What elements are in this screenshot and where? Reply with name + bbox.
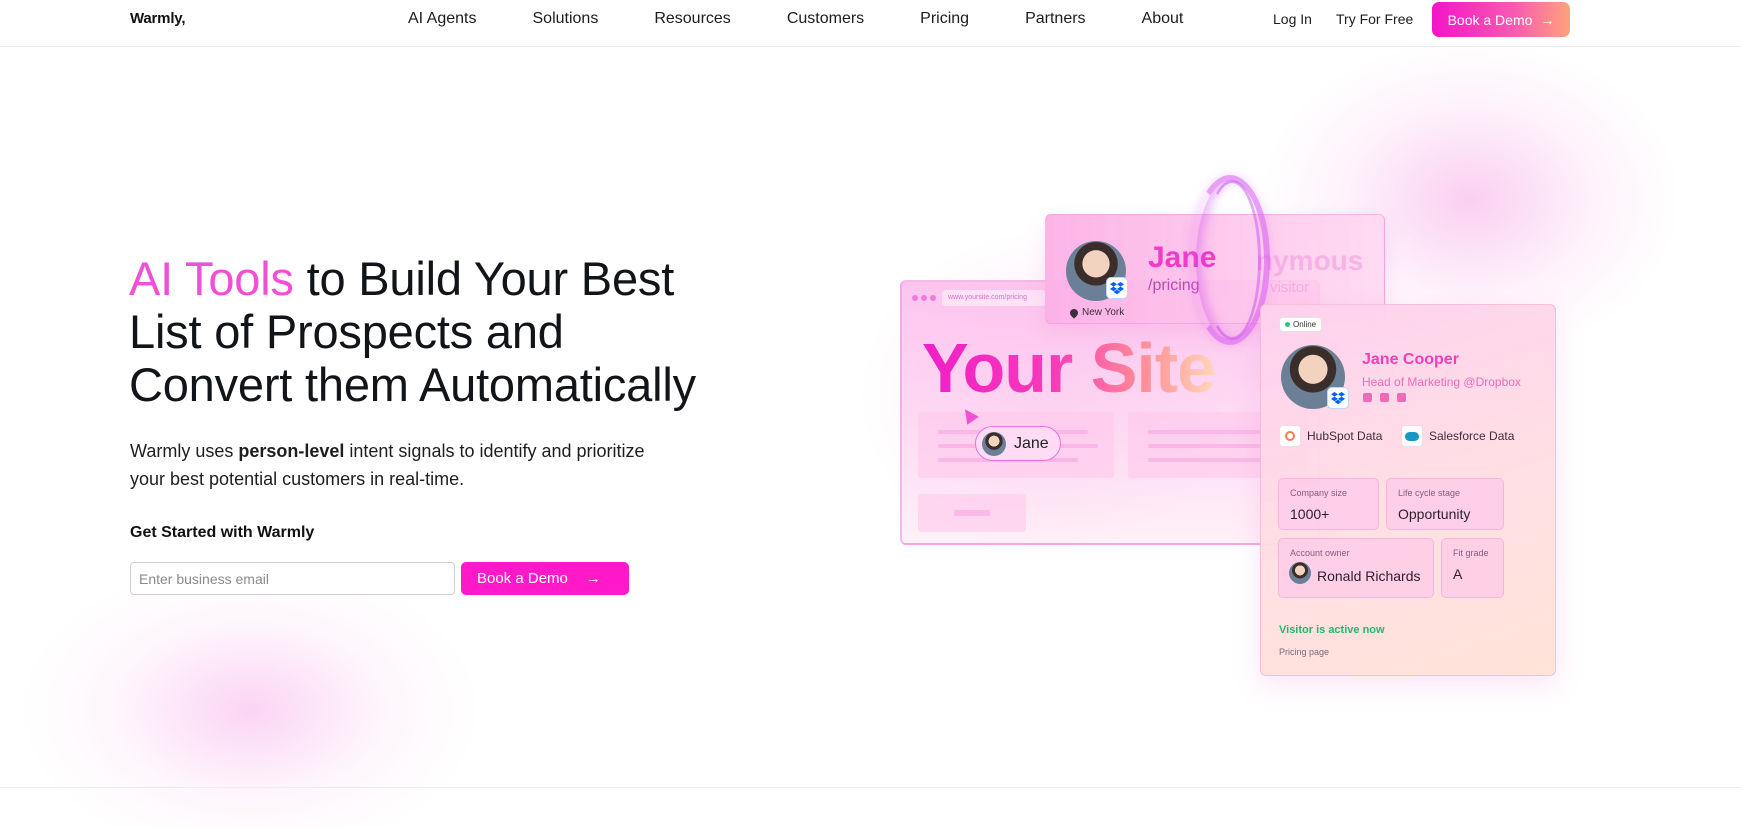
account-owner-label: Account owner [1290, 548, 1350, 558]
nav-customers[interactable]: Customers [787, 10, 864, 28]
visitor-label: visitor [1270, 279, 1310, 296]
login-link[interactable]: Log In [1273, 11, 1312, 27]
site-header: Warmly, AI Agents Solutions Resources Cu… [0, 0, 1741, 47]
hubspot-label: HubSpot Data [1307, 429, 1383, 443]
section-divider [0, 787, 1741, 788]
arrow-right-icon: → [1540, 11, 1555, 28]
avatar [982, 431, 1006, 456]
status-badge: Online [1279, 317, 1323, 332]
get-started-heading: Get Started with Warmly [130, 524, 315, 541]
hero-title-accent: AI Tools [129, 252, 294, 305]
nav-pricing[interactable]: Pricing [920, 10, 969, 28]
visitor-active-status: Visitor is active now [1279, 624, 1385, 636]
fit-grade-value: A [1453, 566, 1463, 582]
header-book-demo-button[interactable]: Book a Demo → [1432, 2, 1570, 37]
location: New York [1068, 306, 1125, 319]
url-bar: www.yoursite.com/pricing [942, 290, 1046, 306]
your-site-heading: Your Site [922, 329, 1216, 407]
company-size-field: Company size 1000+ [1278, 478, 1379, 530]
lifecycle-field: Life cycle stage Opportunity [1386, 478, 1504, 530]
hubspot-source: HubSpot Data [1279, 425, 1382, 447]
online-dot-icon [1285, 322, 1290, 327]
location-text: New York [1082, 307, 1125, 318]
status-text: Online [1293, 320, 1317, 329]
hero-sub-prefix: Warmly uses [130, 441, 239, 461]
hubspot-icon [1279, 425, 1301, 447]
profile-name: Jane Cooper [1362, 351, 1459, 368]
fit-grade-field: Fit grade A [1441, 538, 1504, 598]
lifecycle-value: Opportunity [1398, 506, 1471, 522]
hero-title: AI Tools to Build Your Best List of Pros… [129, 252, 769, 411]
hero-title-line-2: List of Prospects and [129, 305, 564, 358]
salesforce-source: Salesforce Data [1401, 425, 1514, 447]
hero-book-demo-label: Book a Demo [477, 570, 568, 587]
hero-sub-bold: person-level [238, 441, 345, 461]
hero-title-line-3: Convert them Automatically [129, 358, 696, 411]
fit-grade-label: Fit grade [1453, 548, 1489, 558]
location-pin-icon [1068, 306, 1080, 319]
account-owner-value: Ronald Richards [1317, 568, 1421, 584]
anonymous-label: nymous [1256, 245, 1364, 276]
placeholder-line [954, 510, 990, 516]
nav-about[interactable]: About [1142, 10, 1184, 28]
hero-subtitle: Warmly uses person-level intent signals … [130, 437, 650, 493]
company-size-value: 1000+ [1290, 506, 1330, 522]
visitor-chip-name: Jane [1014, 434, 1049, 452]
social-links [1363, 393, 1406, 402]
email-icon [1380, 393, 1389, 402]
main-nav: AI Agents Solutions Resources Customers … [408, 10, 1239, 28]
profile-role: Head of Marketing @Dropbox [1362, 375, 1521, 389]
avatar [1289, 562, 1311, 584]
profile-card: Online Jane Cooper Head of Marketing @Dr… [1260, 304, 1556, 676]
dropbox-icon [1327, 387, 1349, 409]
arrow-right-icon: → [585, 570, 601, 587]
linkedin-icon [1363, 393, 1372, 402]
window-dots-icon [912, 295, 936, 301]
nav-solutions[interactable]: Solutions [533, 10, 599, 28]
salesforce-label: Salesforce Data [1429, 429, 1515, 443]
nav-resources[interactable]: Resources [654, 10, 730, 28]
nav-partners[interactable]: Partners [1025, 10, 1085, 28]
try-free-link[interactable]: Try For Free [1336, 11, 1413, 27]
phone-icon [1397, 393, 1406, 402]
dropbox-icon [1106, 277, 1128, 299]
lifecycle-label: Life cycle stage [1398, 488, 1461, 498]
company-size-label: Company size [1290, 488, 1348, 498]
hero-book-demo-button[interactable]: Book a Demo → [461, 562, 629, 595]
business-email-input[interactable] [130, 562, 455, 595]
current-page: Pricing page [1279, 647, 1330, 657]
nav-ai-agents[interactable]: AI Agents [408, 10, 477, 28]
swirl-decoration-inner [1203, 180, 1261, 340]
warmly-logo[interactable]: Warmly, [130, 10, 185, 27]
hero-title-rest-1: to Build Your Best [293, 252, 675, 305]
visitor-chip: Jane [975, 426, 1061, 461]
salesforce-icon [1401, 425, 1423, 447]
header-book-demo-label: Book a Demo [1447, 11, 1533, 28]
account-owner-field: Account owner Ronald Richards [1278, 538, 1434, 598]
